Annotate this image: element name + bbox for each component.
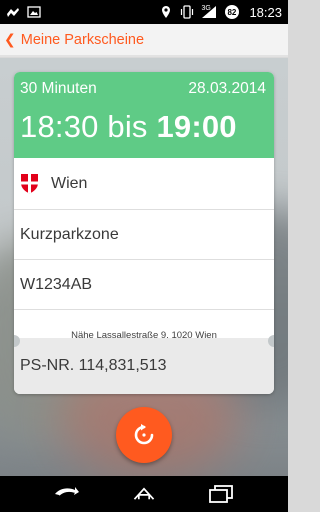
location-icon	[159, 5, 173, 19]
zone-label: Kurzparkzone	[20, 225, 119, 243]
ticket-footer: PS-NR. 114,831,513	[14, 338, 274, 394]
signal-icon: 3G	[201, 5, 217, 19]
ticket-duration: 30 Minuten	[20, 80, 97, 97]
back-nav-icon[interactable]	[54, 484, 80, 504]
license-plate: W1234AB	[20, 275, 93, 293]
vibrate-icon	[180, 5, 194, 19]
refresh-icon	[131, 422, 157, 448]
navigation-bar	[0, 476, 288, 512]
home-nav-icon[interactable]	[131, 484, 157, 504]
parking-ticket-card[interactable]: 30 Minuten 28.03.2014 18:30 bis 19:00 Wi…	[14, 72, 274, 394]
status-bar: 3G 82 18:23	[0, 0, 288, 24]
ticket-notch-right	[268, 335, 274, 347]
ticket-time-range: 18:30 bis 19:00	[20, 109, 266, 145]
license-plate-row: W1234AB	[14, 260, 274, 310]
vienna-coat-of-arms-icon	[20, 173, 39, 194]
back-chevron-icon[interactable]: ❮	[4, 32, 16, 48]
page-title[interactable]: Meine Parkscheine	[21, 32, 144, 48]
ticket-date: 28.03.2014	[188, 80, 266, 97]
ticket-time-end: 19:00	[156, 109, 237, 144]
city-row: Wien	[14, 158, 274, 210]
image-icon	[27, 5, 41, 19]
battery-icon: 82	[224, 4, 240, 20]
action-bar: ❮ Meine Parkscheine	[0, 24, 288, 57]
ps-number: PS-NR. 114,831,513	[20, 357, 167, 374]
ticket-time-start: 18:30 bis	[20, 109, 157, 144]
ticket-header: 30 Minuten 28.03.2014 18:30 bis 19:00	[14, 72, 274, 158]
recent-apps-nav-icon[interactable]	[208, 484, 234, 504]
notification-icon	[6, 5, 20, 19]
city-label: Wien	[51, 174, 88, 192]
clock: 18:23	[249, 4, 282, 20]
zone-row: Kurzparkzone	[14, 210, 274, 260]
refresh-button[interactable]	[116, 407, 172, 463]
